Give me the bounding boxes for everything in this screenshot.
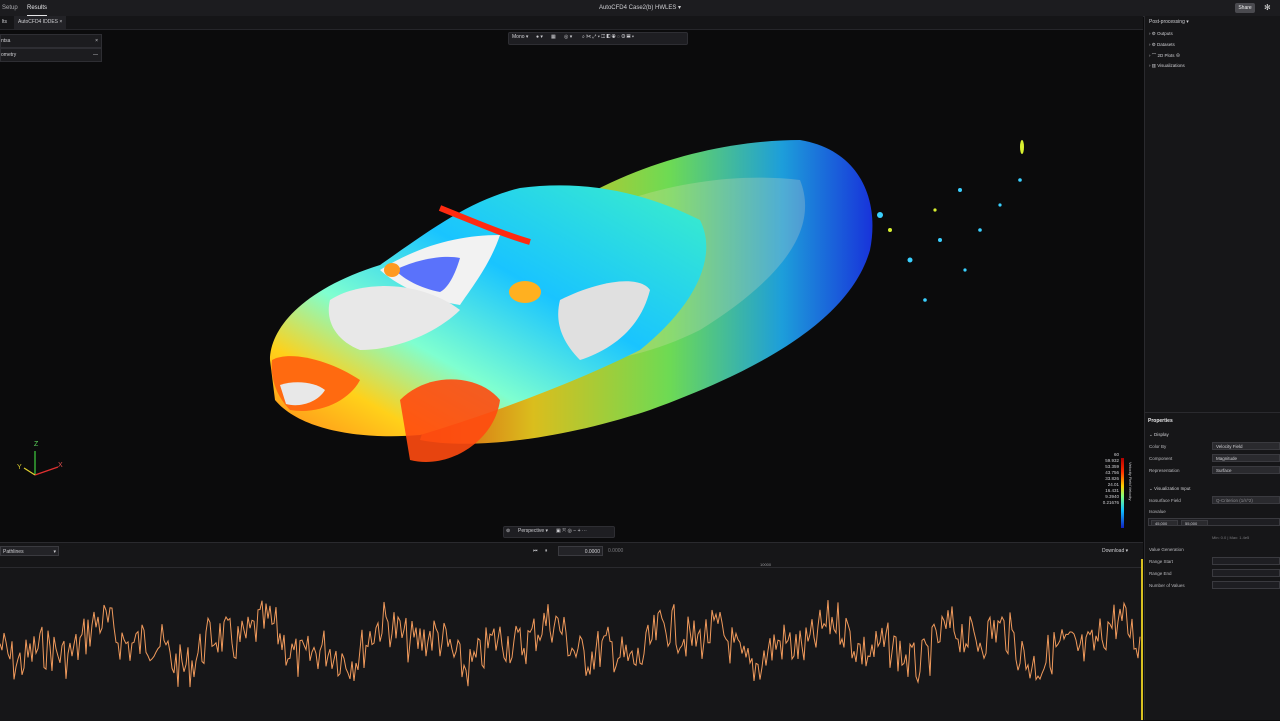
view-icon[interactable]: ◎ ▾ (564, 32, 572, 43)
tool-icons[interactable]: ⌕ ✂ ⤢ ▾ ◫ ◧ ◉ ◌ ◍ ▤ ▾ (582, 32, 634, 43)
divider (1144, 412, 1280, 413)
project-title[interactable]: AutoCFD4 Case2(b) HWLES ▾ (560, 0, 720, 16)
close-icon[interactable]: × (95, 35, 98, 47)
axis-label-z: Z (34, 441, 39, 448)
tree-item-datasets[interactable]: › ⚙ Datasets (1149, 41, 1175, 49)
minmax-text: Min: 0.0 | Max: 1.4e5 (1212, 535, 1250, 540)
value-generation-label: Value Generation (1149, 547, 1184, 552)
left-panel-row-1[interactable]: ntsa × (0, 34, 102, 48)
axis-label-x: X (58, 462, 63, 469)
isovalue-chip-1[interactable]: 45,000 (1151, 520, 1178, 526)
mode-select[interactable]: Mono ▾ (512, 32, 528, 43)
close-icon[interactable]: × (59, 19, 62, 25)
range-start-input[interactable] (1212, 557, 1280, 565)
post-processing-select[interactable]: Post-processing ▾ (1149, 18, 1189, 26)
axis-label-y: Y (17, 464, 22, 471)
display-section[interactable]: ⌄ Display (1149, 431, 1169, 439)
render-icon[interactable]: ● ▾ (536, 32, 543, 43)
camera-icon[interactable]: ⊚ (506, 526, 510, 536)
visualization-input-section[interactable]: ⌄ Visualization Input (1149, 485, 1190, 493)
frame-total: 0.0000 (608, 548, 624, 554)
legend-colorbar (1121, 458, 1124, 528)
gear-icon[interactable]: ✻ (1264, 3, 1271, 13)
download-button[interactable]: Download ▾ (1102, 546, 1128, 556)
tree-item-outputs[interactable]: › ⚙ Outputs (1149, 30, 1173, 38)
minus-icon[interactable]: — (93, 49, 98, 61)
number-of-values-label: Number of Values (1149, 583, 1185, 588)
skip-back-icon[interactable]: ⏮ (533, 546, 538, 556)
pause-icon[interactable]: ⏸ (545, 546, 548, 556)
isosurface-field-label: Isosurface Field (1149, 498, 1181, 503)
right-panel (1144, 16, 1280, 720)
component-select[interactable]: Magnitude (1212, 454, 1280, 462)
file-tab-row (0, 16, 1143, 30)
representation-label: Representation (1149, 468, 1180, 473)
axis-triad (23, 451, 59, 476)
range-end-label: Range End (1149, 571, 1172, 576)
timeline-ruler[interactable] (0, 559, 1143, 568)
car-flow-visualization[interactable] (0, 30, 1143, 542)
tab-setup[interactable]: Setup (2, 0, 18, 16)
timeline-field-select[interactable]: Pathlines ▾ (0, 546, 59, 556)
isosurface-field-select[interactable]: Q-Criterion (1/s^2) (1212, 496, 1280, 504)
representation-select[interactable]: Surface (1212, 466, 1280, 474)
file-tab-autocfd[interactable]: AutoCFD4 IDDES × (14, 16, 67, 29)
properties-title: Properties (1148, 418, 1173, 424)
view-buttons[interactable]: ▣ ⤧ ◎ − + ⋯ (556, 526, 587, 536)
tab-results[interactable]: Results (27, 0, 48, 16)
file-tab-results[interactable]: lts (2, 16, 7, 29)
range-end-input[interactable] (1212, 569, 1280, 577)
isovalue-chip-2[interactable]: 55,000 (1181, 520, 1208, 526)
signal-plot (0, 600, 1141, 688)
legend-values: 60 59.932 53.359 43.756 33.826 24.01 16.431 9… (1102, 452, 1119, 505)
grid-icon[interactable]: ▦ (551, 32, 556, 43)
tree-item-2d-plots[interactable]: › ⌒ 2D Plots ⊕ (1149, 52, 1180, 60)
left-panel-row-2[interactable]: ometry — (0, 48, 102, 62)
share-button[interactable]: Share (1235, 3, 1255, 13)
playhead[interactable] (1141, 559, 1143, 720)
legend-title: Velocity Field Velocity (1128, 462, 1133, 501)
tree-item-visualizations[interactable]: › ▥ Visualizations (1149, 62, 1185, 70)
timeline-marker-label: 10000 (760, 562, 772, 567)
projection-select[interactable]: Perspective ▾ (518, 526, 548, 536)
range-start-label: Range Start (1149, 559, 1174, 564)
color-by-label: Color By (1149, 444, 1167, 449)
frame-input[interactable]: 0.0000 (558, 546, 603, 556)
component-label: Component (1149, 456, 1173, 461)
number-of-values-input[interactable] (1212, 581, 1280, 589)
isovalue-label: Isovalue (1149, 509, 1166, 514)
color-by-select[interactable]: Velocity Field (1212, 442, 1280, 450)
signal-line (0, 600, 1141, 688)
